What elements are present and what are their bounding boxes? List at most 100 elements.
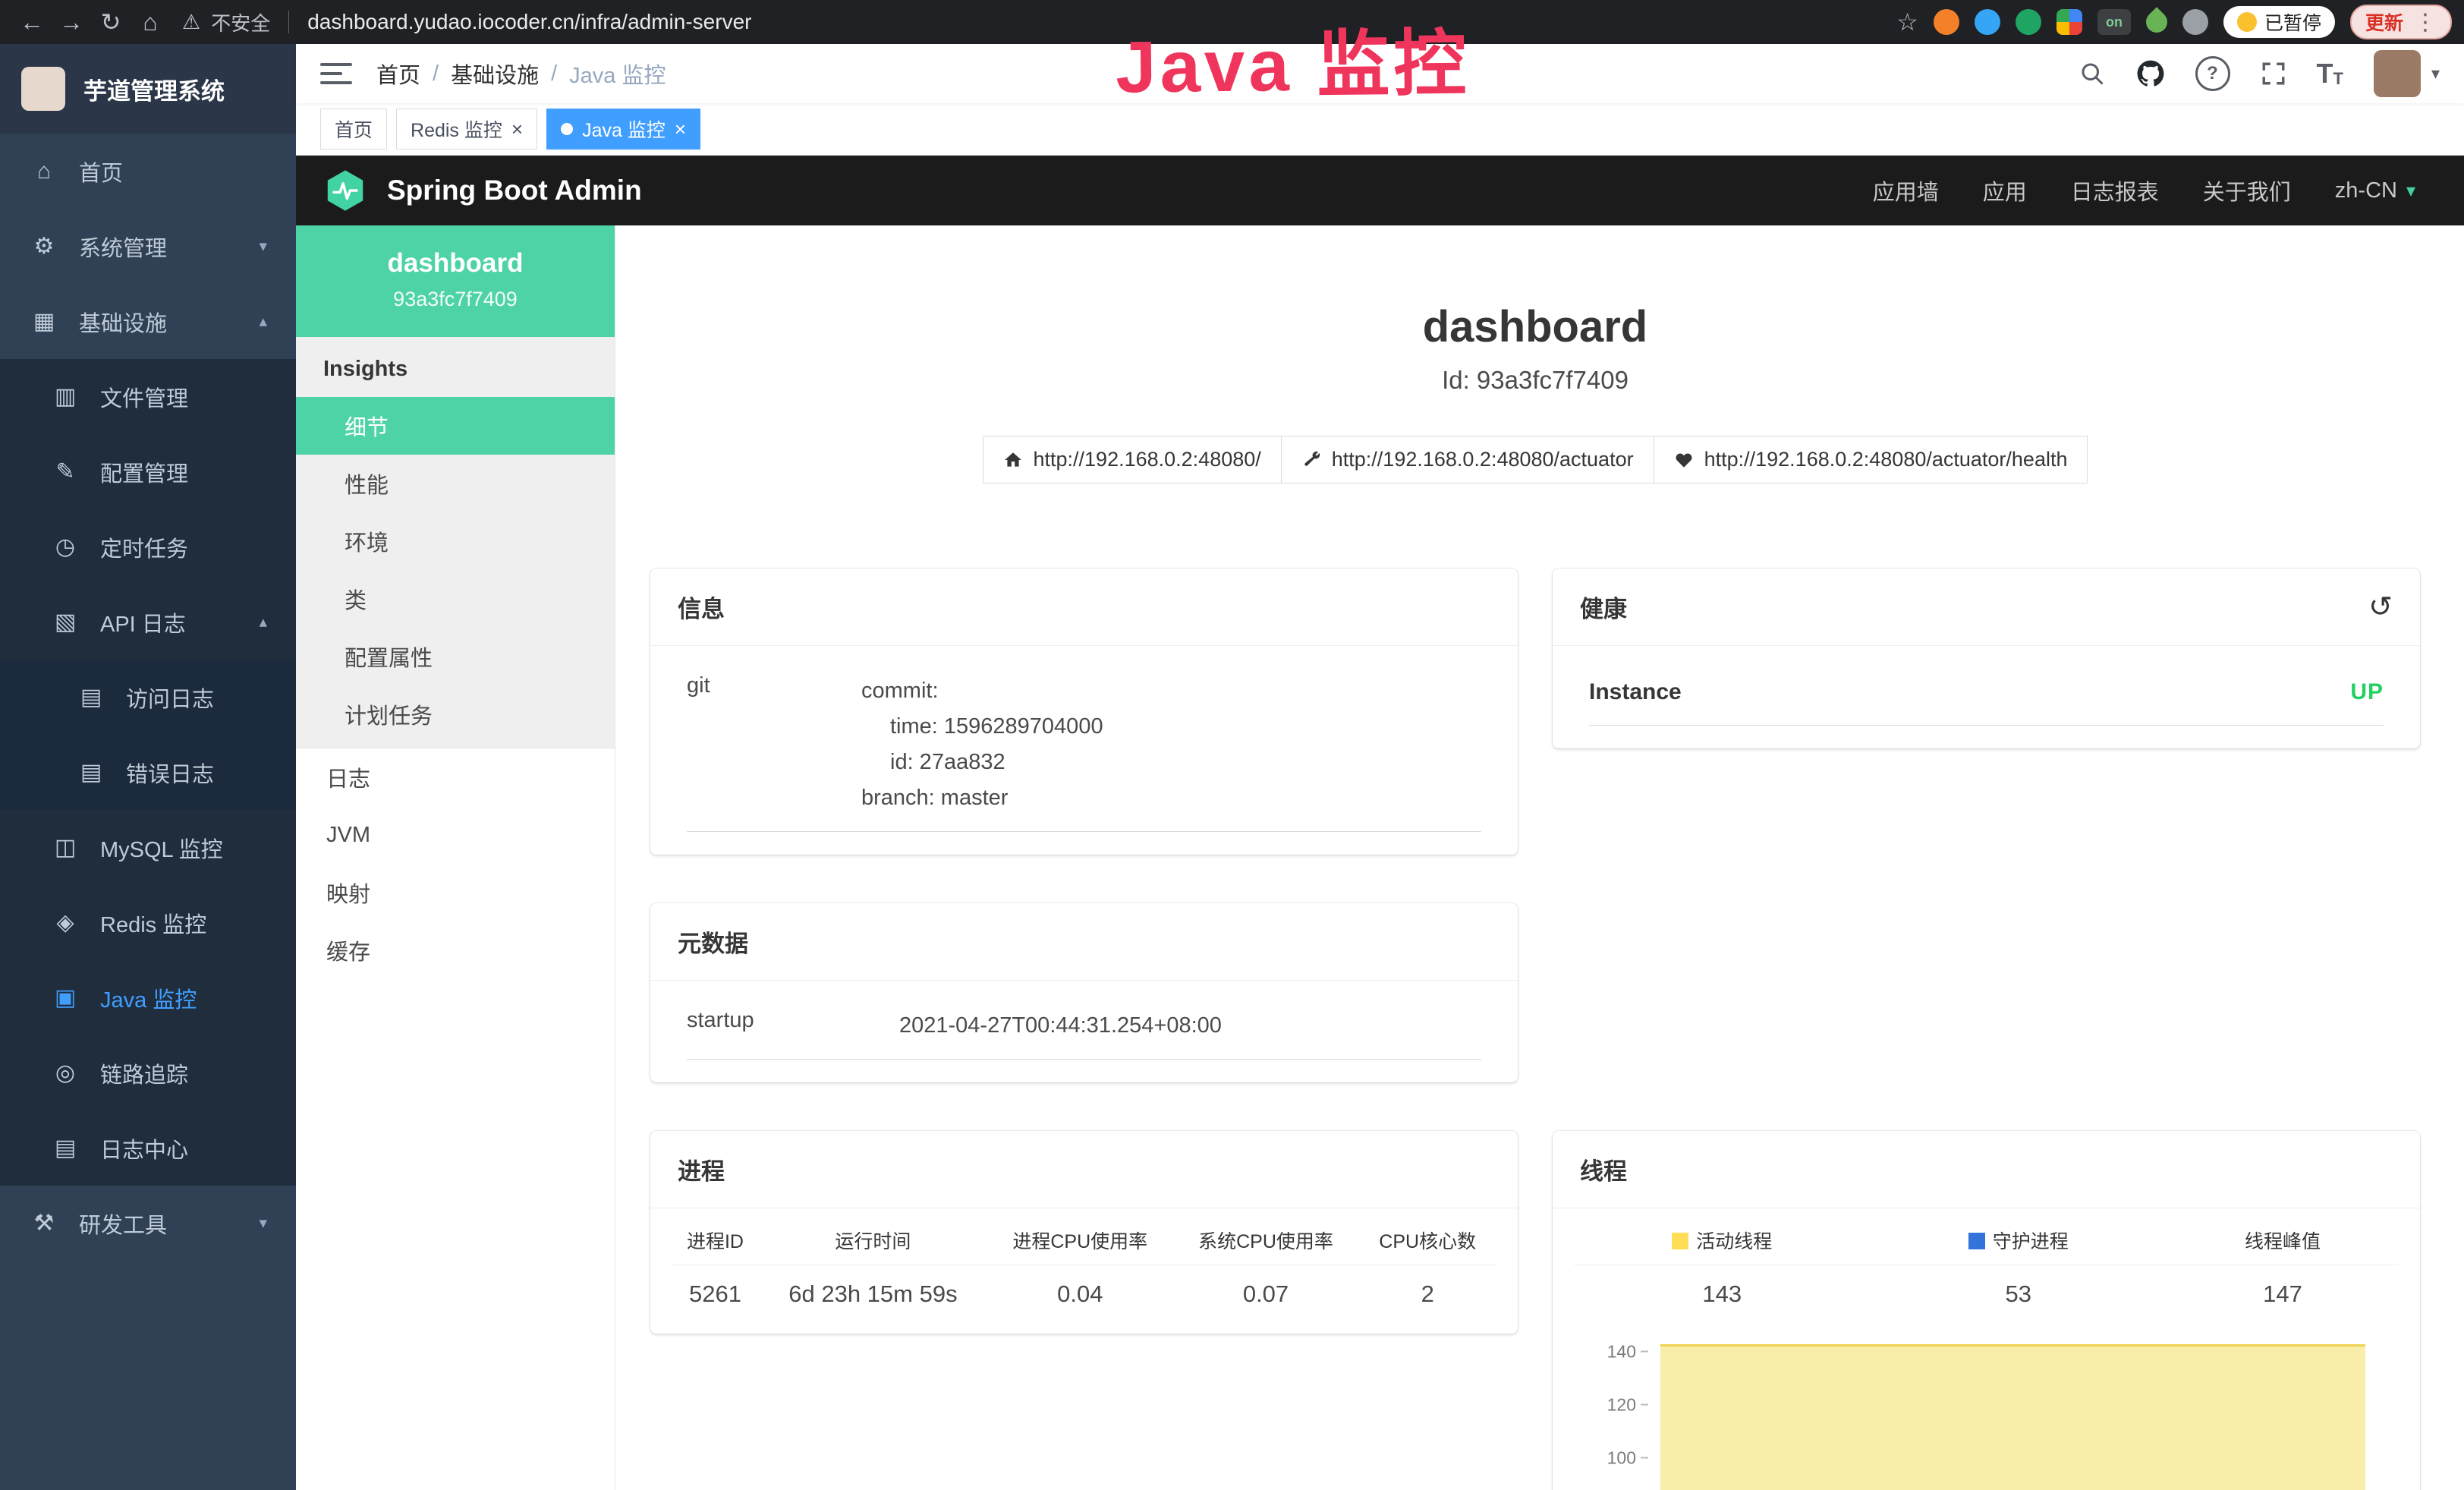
sba-nav-about[interactable]: 关于我们 bbox=[2203, 175, 2291, 206]
forward-icon[interactable]: → bbox=[52, 2, 91, 42]
sidebar-item-error-logs[interactable]: ▤ 错误日志 bbox=[0, 735, 296, 810]
app-logo-row[interactable]: 芋道管理系统 bbox=[0, 44, 296, 134]
breadcrumb-separator: / bbox=[433, 61, 439, 87]
close-icon[interactable]: × bbox=[511, 119, 523, 139]
back-icon[interactable]: ← bbox=[12, 2, 52, 42]
browser-home-icon[interactable]: ⌂ bbox=[131, 2, 170, 42]
sidebar-item-system-management[interactable]: ⚙ 系统管理 ▾ bbox=[0, 209, 296, 284]
sba-item-environment[interactable]: 环境 bbox=[296, 512, 615, 570]
locale-selector[interactable]: zh-CN ▾ bbox=[2335, 178, 2415, 203]
address-bar[interactable]: ⚠ 不安全 dashboard.yudao.iocoder.cn/infra/a… bbox=[182, 8, 1896, 36]
info-row-git: git commit: time: 1596289704000 id: 27aa… bbox=[687, 652, 1481, 832]
sba-instance-header[interactable]: dashboard 93a3fc7f7409 bbox=[296, 225, 615, 337]
sba-item-scheduled-tasks[interactable]: 计划任务 bbox=[296, 685, 615, 743]
service-url-button[interactable]: http://192.168.0.2:48080/ bbox=[983, 436, 1282, 484]
sidebar-item-dev-tools[interactable]: ⚒ 研发工具 ▾ bbox=[0, 1186, 296, 1261]
extension-icon[interactable] bbox=[1934, 9, 1959, 35]
sidebar-item-label: Java 监控 bbox=[100, 982, 197, 1014]
bookmark-star-icon[interactable]: ☆ bbox=[1896, 8, 1918, 36]
sidebar-item-access-logs[interactable]: ▤ 访问日志 bbox=[0, 660, 296, 735]
threads-chart: 140 120 100 bbox=[1657, 1340, 2365, 1490]
breadcrumb-infrastructure[interactable]: 基础设施 bbox=[451, 58, 539, 90]
sidebar-item-mysql-monitor[interactable]: ◫ MySQL 监控 bbox=[0, 810, 296, 885]
hamburger-icon[interactable] bbox=[320, 58, 352, 89]
user-avatar[interactable] bbox=[2374, 50, 2421, 97]
sba-nav-journal[interactable]: 日志报表 bbox=[2071, 175, 2159, 206]
menu-dots-icon[interactable]: ⋮ bbox=[2414, 9, 2437, 36]
sidebar-item-label: 错误日志 bbox=[126, 757, 214, 789]
font-size-icon[interactable]: TT bbox=[2317, 60, 2343, 87]
sba-item-jvm[interactable]: JVM bbox=[296, 806, 615, 864]
gear-icon: ⚙ bbox=[29, 233, 59, 260]
sidebar-item-link-tracing[interactable]: ◎ 链路追踪 bbox=[0, 1035, 296, 1110]
sba-item-loggers[interactable]: 日志 bbox=[296, 748, 615, 806]
tab-home[interactable]: 首页 bbox=[320, 109, 387, 150]
live-threads-value: 143 bbox=[1574, 1265, 1870, 1314]
sidebar-item-file-management[interactable]: ▥ 文件管理 bbox=[0, 359, 296, 434]
tab-redis-monitor[interactable]: Redis 监控 × bbox=[396, 109, 537, 150]
security-warning-label[interactable]: 不安全 bbox=[211, 8, 270, 36]
sidebar-item-scheduled-tasks[interactable]: ◷ 定时任务 bbox=[0, 509, 296, 584]
url-text[interactable]: dashboard.yudao.iocoder.cn/infra/admin-s… bbox=[307, 10, 751, 34]
sidebar-item-log-center[interactable]: ▤ 日志中心 bbox=[0, 1110, 296, 1186]
sba-item-details[interactable]: 细节 bbox=[296, 397, 615, 455]
paused-badge[interactable]: 已暂停 bbox=[2223, 6, 2335, 38]
admin-navbar: 首页 / 基础设施 / Java 监控 ? TT bbox=[296, 44, 2464, 103]
sidebar-item-label: Redis 监控 bbox=[100, 907, 206, 939]
extension-on-badge[interactable]: on bbox=[2097, 9, 2131, 35]
search-icon[interactable] bbox=[2079, 60, 2106, 87]
home-icon: ⌂ bbox=[29, 159, 59, 184]
sba-item-mappings[interactable]: 映射 bbox=[296, 864, 615, 921]
cpu-cores-label: CPU核心数 bbox=[1358, 1213, 1496, 1265]
github-icon[interactable] bbox=[2136, 59, 2165, 88]
home-icon bbox=[1003, 450, 1023, 470]
instance-id: 93a3fc7f7409 bbox=[304, 288, 607, 311]
sidebar-menu: ⌂ 首页 ⚙ 系统管理 ▾ ▦ 基础设施 ▴ ▥ 文件管理 ✎ 配置管 bbox=[0, 134, 296, 1261]
fullscreen-icon[interactable] bbox=[2261, 61, 2286, 87]
help-icon[interactable]: ? bbox=[2195, 56, 2230, 91]
close-icon[interactable]: × bbox=[675, 119, 686, 139]
y-axis-tick: 120 bbox=[1607, 1394, 1657, 1415]
peak-threads-value: 147 bbox=[2167, 1265, 2399, 1314]
y-axis-tick: 140 bbox=[1607, 1341, 1657, 1362]
sba-item-metrics[interactable]: 性能 bbox=[296, 455, 615, 512]
reload-icon[interactable]: ↻ bbox=[91, 2, 131, 42]
actuator-url-button[interactable]: http://192.168.0.2:48080/actuator bbox=[1281, 436, 1654, 484]
extension-leaf-icon[interactable] bbox=[2141, 7, 2172, 37]
card-title: 线程 bbox=[1580, 1152, 1627, 1186]
sba-header: Spring Boot Admin 应用墙 应用 日志报表 关于我们 zh-CN… bbox=[296, 156, 2464, 225]
admin-sidebar: 芋道管理系统 ⌂ 首页 ⚙ 系统管理 ▾ ▦ 基础设施 ▴ ▥ 文件管理 bbox=[0, 44, 296, 1490]
sba-nav-wallboard[interactable]: 应用墙 bbox=[1873, 175, 1939, 206]
sidebar-item-home[interactable]: ⌂ 首页 bbox=[0, 134, 296, 209]
sba-nav-applications[interactable]: 应用 bbox=[1983, 175, 2027, 206]
breadcrumb-separator: / bbox=[551, 61, 557, 87]
yellow-legend-swatch bbox=[1672, 1233, 1688, 1249]
sidebar-item-java-monitor[interactable]: ▣ Java 监控 bbox=[0, 960, 296, 1035]
sidebar-item-config-management[interactable]: ✎ 配置管理 bbox=[0, 434, 296, 509]
extension-icon[interactable] bbox=[2016, 9, 2041, 35]
document-icon: ▤ bbox=[50, 1135, 80, 1161]
sba-item-config-props[interactable]: 配置属性 bbox=[296, 628, 615, 685]
history-icon[interactable]: ↺ bbox=[2368, 593, 2393, 622]
update-button[interactable]: 更新 ⋮ bbox=[2350, 5, 2452, 39]
process-id-value: 5261 bbox=[672, 1265, 759, 1314]
y-axis-tick: 100 bbox=[1607, 1447, 1657, 1468]
sba-item-beans[interactable]: 类 bbox=[296, 570, 615, 628]
sba-item-caches[interactable]: 缓存 bbox=[296, 921, 615, 979]
extension-icon[interactable] bbox=[2182, 9, 2208, 35]
sidebar-item-redis-monitor[interactable]: ◈ Redis 监控 bbox=[0, 885, 296, 960]
sidebar-item-api-logs[interactable]: ▧ API 日志 ▴ bbox=[0, 584, 296, 660]
metadata-card: 元数据 startup 2021-04-27T00:44:31.254+08:0… bbox=[650, 903, 1518, 1082]
extension-icon[interactable] bbox=[1975, 9, 2000, 35]
sidebar-item-infrastructure[interactable]: ▦ 基础设施 ▴ bbox=[0, 284, 296, 359]
extension-icon[interactable] bbox=[2056, 9, 2082, 35]
git-commit-id: id: 27aa832 bbox=[861, 745, 1103, 780]
legend-daemon-threads: 守护进程 bbox=[1870, 1213, 2166, 1265]
font-size-glyph: T bbox=[2317, 60, 2333, 87]
tab-java-monitor[interactable]: Java 监控 × bbox=[546, 109, 700, 150]
health-url-button[interactable]: http://192.168.0.2:48080/actuator/health bbox=[1654, 436, 2088, 484]
document-icon: ▤ bbox=[76, 759, 106, 786]
breadcrumb-home[interactable]: 首页 bbox=[376, 58, 420, 90]
database-icon: ◫ bbox=[50, 834, 80, 861]
app-logo bbox=[21, 67, 65, 111]
